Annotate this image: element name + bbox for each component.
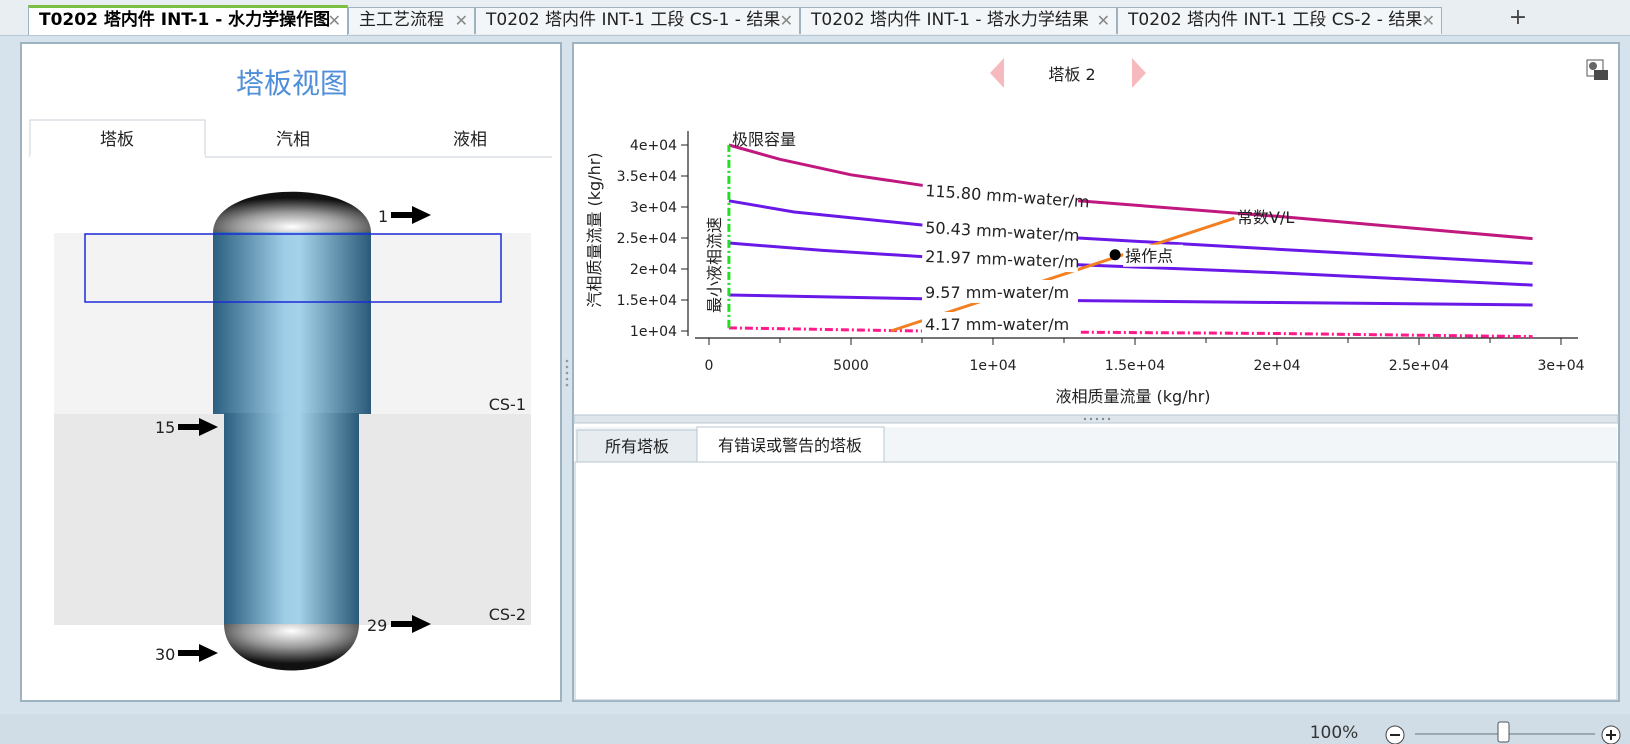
limit-capacity-label: 极限容量 bbox=[732, 130, 796, 149]
y-tick-label: 3e+04 bbox=[630, 200, 677, 216]
zoom-controls: 100% bbox=[1310, 721, 1621, 744]
chart-series bbox=[727, 143, 1533, 339]
series-line-4 bbox=[728, 326, 1533, 339]
tray-nav-label: 塔板 2 bbox=[1048, 65, 1095, 84]
x-tick-label: 3e+04 bbox=[1537, 358, 1584, 374]
x-tick-label: 1e+04 bbox=[969, 358, 1016, 374]
curve-label-text: 9.57 mm-water/m bbox=[925, 283, 1069, 302]
curve-label: 50.43 mm-water/m bbox=[921, 214, 1080, 247]
operating-point-marker[interactable] bbox=[1109, 249, 1121, 261]
tab-all-trays-label[interactable]: 所有塔板 bbox=[605, 437, 669, 456]
tab-error-warning-trays-label[interactable]: 有错误或警告的塔板 bbox=[718, 436, 862, 455]
curve-label: 4.17 mm-water/m bbox=[922, 312, 1078, 335]
x-tick-label: 2.5e+04 bbox=[1389, 358, 1450, 374]
constant-vl-label: 常数V/L bbox=[1237, 208, 1294, 227]
zoom-slider-thumb[interactable] bbox=[1497, 721, 1510, 743]
x-tick-label: 2e+04 bbox=[1253, 358, 1300, 374]
y-tick-label: 1.5e+04 bbox=[617, 293, 678, 309]
next-tray-icon[interactable] bbox=[1132, 58, 1146, 88]
y-tick-label: 4e+04 bbox=[630, 138, 677, 154]
y-tick-label: 1e+04 bbox=[630, 324, 677, 340]
curve-label-text: 4.17 mm-water/m bbox=[925, 315, 1069, 334]
x-tick-label: 1.5e+04 bbox=[1105, 358, 1166, 374]
chart-axes: 0 5000 1e+04 1.5e+04 2e+04 2.5e+04 3e+04 1e+04 1… bbox=[617, 131, 1585, 374]
chart-export-icon[interactable] bbox=[1586, 59, 1608, 80]
previous-tray-icon[interactable] bbox=[990, 58, 1004, 88]
operating-point-label: 操作点 bbox=[1125, 247, 1173, 266]
right-panel-drawing: 塔板 2 0 5000 1e+04 1.5e+04 2e+04 2.5e+04 3e+04 1… bbox=[573, 58, 1619, 701]
x-tick-label: 5000 bbox=[833, 358, 869, 374]
curve-label: 21.97 mm-water/m bbox=[921, 243, 1080, 273]
x-axis-label: 液相质量流量 (kg/hr) bbox=[1055, 387, 1210, 406]
x-tick-label: 0 bbox=[705, 358, 714, 374]
min-liquid-rate-label: 最小液相流速 bbox=[705, 217, 724, 313]
y-axis-label: 汽相质量流量 (kg/hr) bbox=[585, 152, 604, 307]
tray-results-list bbox=[574, 461, 1618, 701]
curve-label: 9.57 mm-water/m bbox=[922, 280, 1078, 303]
y-tick-label: 3.5e+04 bbox=[617, 169, 678, 185]
series-line-0 bbox=[728, 143, 1533, 241]
curve-label: 115.80 mm-water/m bbox=[921, 177, 1090, 212]
hydraulic-operating-chart: 0 5000 1e+04 1.5e+04 2e+04 2.5e+04 3e+04 1e+04 1… bbox=[585, 130, 1585, 406]
zoom-level: 100% bbox=[1310, 723, 1359, 743]
y-tick-label: 2.5e+04 bbox=[617, 231, 678, 247]
series-line-3 bbox=[728, 293, 1533, 307]
y-tick-label: 2e+04 bbox=[630, 262, 677, 278]
